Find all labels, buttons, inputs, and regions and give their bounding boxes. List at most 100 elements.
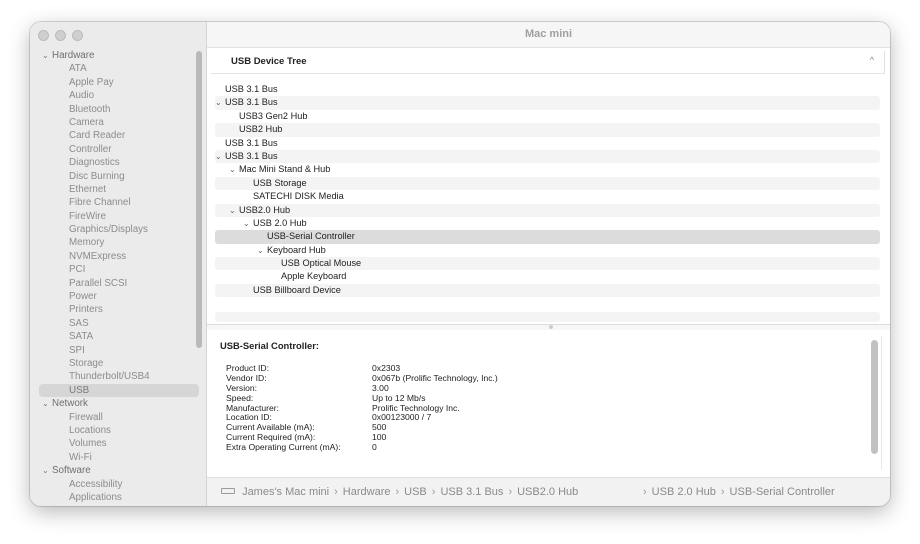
tree-row[interactable]: SATECHI DISK Media xyxy=(215,190,880,203)
chevron-down-icon[interactable]: ⌄ xyxy=(257,244,267,257)
sidebar-item-disc-burning[interactable]: Disc Burning xyxy=(30,170,206,183)
close-button[interactable] xyxy=(38,30,49,41)
tree-row[interactable]: USB-Serial Controller xyxy=(215,230,880,244)
tree-header[interactable]: USB Device Tree ^ xyxy=(211,51,885,74)
sidebar-item-usb[interactable]: USB xyxy=(39,383,199,398)
sidebar-item-power[interactable]: Power xyxy=(30,290,206,303)
sidebar-item-fibre-channel[interactable]: Fibre Channel xyxy=(30,196,206,209)
property-value: 0x067b (Prolific Technology, Inc.) xyxy=(372,372,498,383)
chevron-down-icon[interactable]: ⌄ xyxy=(42,464,52,477)
sidebar-group-network[interactable]: ⌄ Network xyxy=(30,397,206,410)
sidebar-item-camera[interactable]: Camera xyxy=(30,116,206,129)
sidebar-item-nvmexpress[interactable]: NVMExpress xyxy=(30,250,206,263)
detail-title: USB-Serial Controller: xyxy=(220,340,319,351)
sidebar-item-thunderbolt-usb4[interactable]: Thunderbolt/USB4 xyxy=(30,370,206,383)
sidebar-item-parallel-scsi[interactable]: Parallel SCSI xyxy=(30,277,206,290)
tree-row[interactable]: ⌄ Mac Mini Stand & Hub xyxy=(215,163,880,176)
zoom-button[interactable] xyxy=(72,30,83,41)
sidebar-item-spi[interactable]: SPI xyxy=(30,344,206,357)
chevron-down-icon[interactable]: ⌄ xyxy=(243,217,253,230)
sidebar-item-apple-pay[interactable]: Apple Pay xyxy=(30,76,206,89)
tree-row[interactable]: USB3 Gen2 Hub xyxy=(215,110,880,123)
chevron-right-icon: › xyxy=(720,486,725,498)
sidebar-item-audio[interactable]: Audio xyxy=(30,89,206,102)
sidebar-item-memory[interactable]: Memory xyxy=(30,236,206,249)
traffic-lights xyxy=(38,30,83,41)
breadcrumb: James's Mac mini › Hardware › USB › USB 3.1 Bu… xyxy=(207,477,890,506)
minimize-button[interactable] xyxy=(55,30,66,41)
chevron-down-icon[interactable]: ⌄ xyxy=(42,397,52,410)
chevron-down-icon[interactable]: ⌄ xyxy=(215,96,225,109)
tree-row[interactable]: Apple Keyboard xyxy=(215,270,880,283)
sidebar-item-volumes[interactable]: Volumes xyxy=(30,437,206,450)
tree-row-label: Keyboard Hub xyxy=(267,244,326,255)
window-title: Mac mini xyxy=(207,22,890,48)
tree-row-label: SATECHI DISK Media xyxy=(253,191,344,202)
breadcrumb-right: › USB 2.0 Hub › USB-Serial Controller xyxy=(643,478,835,506)
tree-row[interactable]: USB Storage xyxy=(215,176,880,191)
tree-row[interactable]: USB2 Hub xyxy=(215,123,880,137)
breadcrumb-item[interactable]: USB xyxy=(404,486,427,498)
breadcrumb-item[interactable]: USB-Serial Controller xyxy=(730,486,835,498)
sidebar-item-wi-fi[interactable]: Wi-Fi xyxy=(30,451,206,464)
sidebar-item-locations[interactable]: Locations xyxy=(30,424,206,437)
tree-row[interactable]: ⌄ USB 2.0 Hub xyxy=(215,217,880,230)
tree-row[interactable]: ⌄ USB2.0 Hub xyxy=(215,203,880,217)
detail-scrollbar[interactable] xyxy=(871,340,878,454)
sidebar-group-software[interactable]: ⌄ Software xyxy=(30,464,206,477)
tree-row[interactable]: USB Optical Mouse xyxy=(215,257,880,271)
tree-row[interactable]: USB 3.1 Bus xyxy=(215,83,880,96)
sidebar-item-firewall[interactable]: Firewall xyxy=(30,411,206,424)
tree-row[interactable]: ⌄ Keyboard Hub xyxy=(215,244,880,257)
tree-row[interactable]: USB Billboard Device xyxy=(215,283,880,298)
sidebar-item-storage[interactable]: Storage xyxy=(30,357,206,370)
breadcrumb-item[interactable]: USB2.0 Hub xyxy=(517,486,578,498)
sidebar-item-controller[interactable]: Controller xyxy=(30,143,206,156)
sidebar-scrollbar[interactable] xyxy=(196,51,202,348)
sidebar-group-hardware[interactable]: ⌄ Hardware xyxy=(30,49,206,62)
sidebar-group-label: Software xyxy=(52,465,91,477)
tree-row[interactable]: ⌄ USB 3.1 Bus xyxy=(215,149,880,164)
sidebar-group-label: Hardware xyxy=(52,50,95,61)
sidebar-item-accessibility[interactable]: Accessibility xyxy=(30,478,206,491)
property-row: Vendor ID: 0x067b (Prolific Technology, I… xyxy=(226,372,498,384)
property-row: Version: 3.00 xyxy=(226,383,498,394)
sidebar-item-pci[interactable]: PCI xyxy=(30,263,206,276)
breadcrumb-item[interactable]: USB 2.0 Hub xyxy=(652,486,716,498)
tree-row[interactable]: ⌄ USB 3.1 Bus xyxy=(215,96,880,110)
tree-row-label: USB 3.1 Bus xyxy=(225,84,278,94)
detail-scroll-track xyxy=(881,336,882,470)
sidebar-item-sata[interactable]: SATA xyxy=(30,330,206,343)
sidebar-item-printers[interactable]: Printers xyxy=(30,303,206,316)
sidebar-item-graphics-displays[interactable]: Graphics/Displays xyxy=(30,223,206,236)
chevron-down-icon[interactable]: ⌄ xyxy=(229,163,239,176)
app-window: ⌄ Hardware ATA Apple Pay Audio Bluetooth Camer… xyxy=(30,22,890,506)
sidebar: ⌄ Hardware ATA Apple Pay Audio Bluetooth Camer… xyxy=(30,22,207,506)
chevron-down-icon[interactable]: ⌄ xyxy=(229,204,239,217)
usb-device-tree: USB 3.1 Bus ⌄ USB 3.1 Bus USB3 Gen2 Hub USB2… xyxy=(215,83,880,298)
breadcrumb-item[interactable]: James's Mac mini xyxy=(242,486,329,498)
sidebar-item-applications[interactable]: Applications xyxy=(30,491,206,504)
breadcrumb-item[interactable]: USB 3.1 Bus xyxy=(440,486,503,498)
tree-row-label: USB Storage xyxy=(253,177,307,188)
tree-row-label: USB 3.1 Bus xyxy=(225,97,278,108)
sidebar-item-ata[interactable]: ATA xyxy=(30,62,206,75)
sidebar-item-diagnostics[interactable]: Diagnostics xyxy=(30,156,206,169)
tree-empty-row xyxy=(215,312,880,322)
tree-row-label: USB Billboard Device xyxy=(253,284,341,295)
sidebar-item-ethernet[interactable]: Ethernet xyxy=(30,183,206,196)
chevron-up-icon[interactable]: ^ xyxy=(870,55,874,65)
sidebar-item-bluetooth[interactable]: Bluetooth xyxy=(30,103,206,116)
tree-row-label: USB-Serial Controller xyxy=(267,231,355,242)
tree-row-label: USB3 Gen2 Hub xyxy=(239,110,308,121)
chevron-down-icon[interactable]: ⌄ xyxy=(42,49,52,62)
sidebar-item-firewire[interactable]: FireWire xyxy=(30,210,206,223)
breadcrumb-item[interactable]: Hardware xyxy=(343,486,391,498)
chevron-down-icon[interactable]: ⌄ xyxy=(215,150,225,163)
tree-row[interactable]: USB 3.1 Bus xyxy=(215,137,880,150)
sidebar-item-sas[interactable]: SAS xyxy=(30,317,206,330)
sidebar-item-card-reader[interactable]: Card Reader xyxy=(30,129,206,142)
detail-pane: USB-Serial Controller: Product ID: 0x2303… xyxy=(207,330,890,477)
splitter-handle-icon[interactable] xyxy=(548,325,553,329)
tree-header-label: USB Device Tree xyxy=(231,56,307,67)
